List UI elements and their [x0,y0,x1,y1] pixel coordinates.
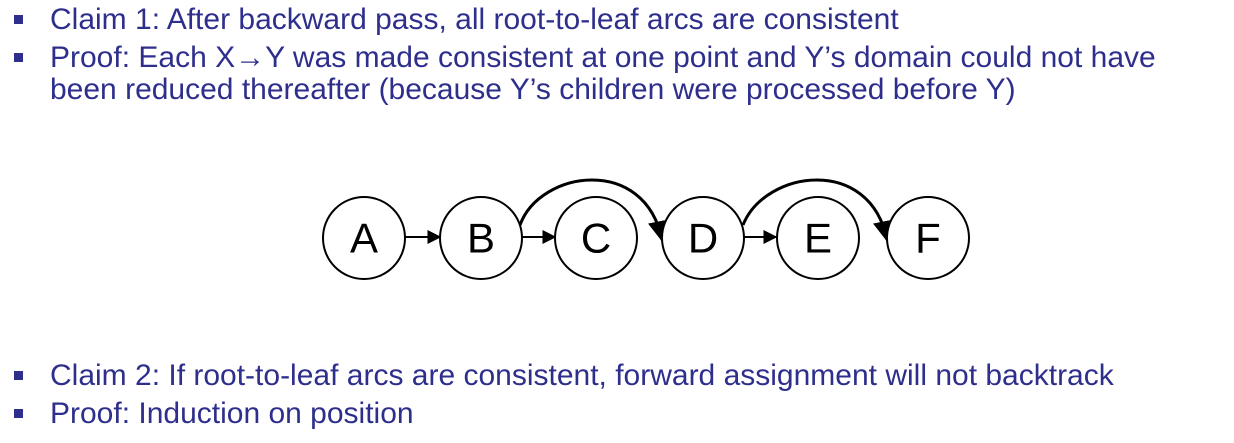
node-B: B [439,196,523,280]
node-D-label: D [688,215,718,262]
claim-1-bullet: Claim 1: After backward pass, all root-t… [0,4,1234,36]
node-A: A [322,196,406,280]
proof-1-text-line-2: been reduced thereafter (because Y’s chi… [50,73,1016,106]
square-bullet-icon [14,53,23,62]
node-D: D [661,196,745,280]
claim-1-text: Claim 1: After backward pass, all root-t… [50,3,899,36]
node-C: C [554,196,638,280]
node-E: E [776,196,860,280]
proof-2-bullet: Proof: Induction on position [0,398,1234,430]
node-F: F [886,196,970,280]
chain-diagram: A B C D E F [322,178,970,280]
square-bullet-icon [14,371,23,380]
bottom-bullet-list: Claim 2: If root-to-leaf arcs are consis… [0,360,1234,436]
proof-1-text-line-1: Proof: Each X→Y was made consistent at o… [50,41,1156,74]
square-bullet-icon [14,15,23,24]
proof-1-bullet: Proof: Each X→Y was made consistent at o… [0,42,1234,106]
node-F-label: F [915,215,941,262]
square-bullet-icon [14,409,23,418]
node-E-label: E [804,215,832,262]
node-C-label: C [581,215,611,262]
claim-2-text: Claim 2: If root-to-leaf arcs are consis… [50,359,1114,392]
proof-2-text: Proof: Induction on position [50,397,414,430]
claim-2-bullet: Claim 2: If root-to-leaf arcs are consis… [0,360,1234,392]
node-B-label: B [467,215,495,262]
node-A-label: A [350,215,378,262]
top-bullet-list: Claim 1: After backward pass, all root-t… [0,4,1234,112]
